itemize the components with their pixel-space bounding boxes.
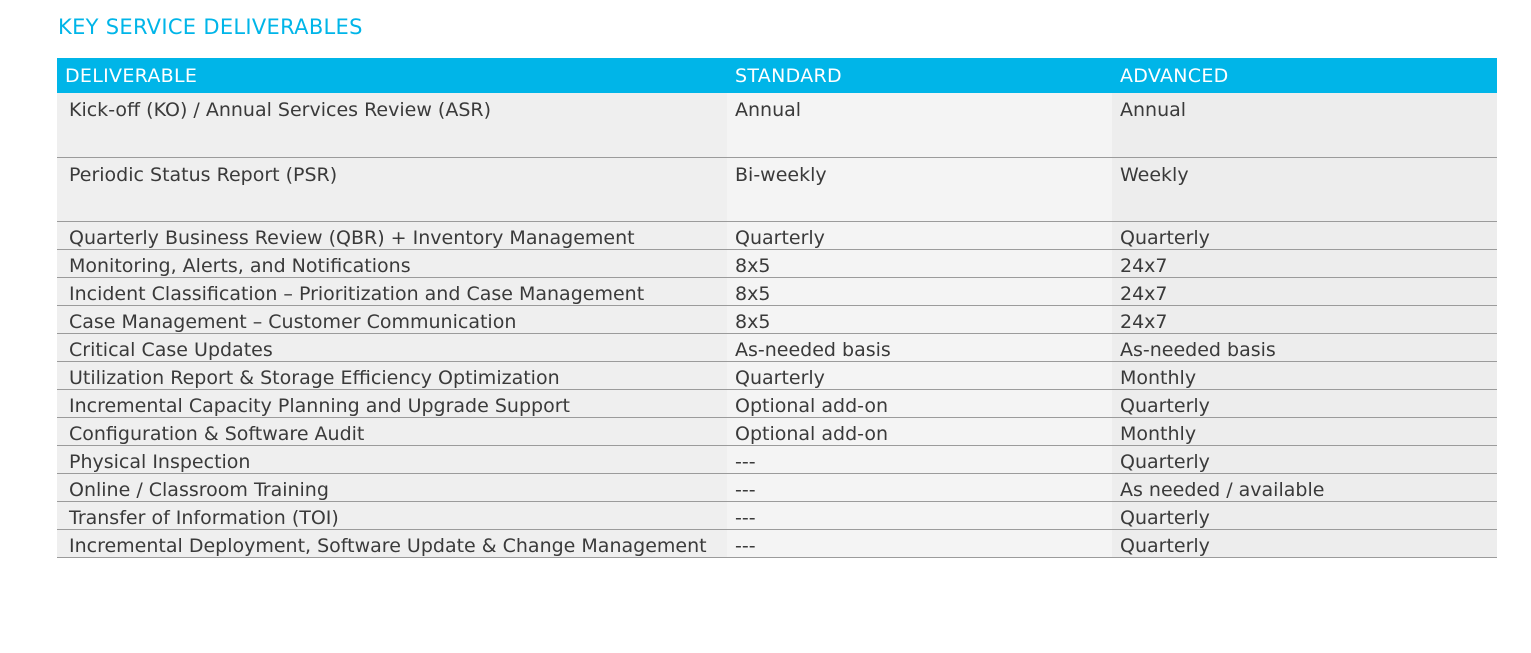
table-row: Online / Classroom Training --- As needed … xyxy=(57,473,1497,502)
cell-deliverable: Periodic Status Report (PSR) xyxy=(57,157,727,222)
cell-advanced: Quarterly xyxy=(1112,529,1497,558)
cell-deliverable: Utilization Report & Storage Efficiency … xyxy=(57,361,727,390)
cell-standard: Bi-weekly xyxy=(727,157,1112,222)
table-row: Utilization Report & Storage Efficiency … xyxy=(57,361,1497,390)
cell-standard: Quarterly xyxy=(727,361,1112,390)
table-row: Periodic Status Report (PSR) Bi-weekly Wee… xyxy=(57,157,1497,222)
cell-deliverable: Case Management – Customer Communication xyxy=(57,305,727,334)
cell-deliverable: Monitoring, Alerts, and Notifications xyxy=(57,249,727,278)
cell-standard: --- xyxy=(727,445,1112,474)
cell-advanced: 24x7 xyxy=(1112,305,1497,334)
table-row: Quarterly Business Review (QBR) + Invent… xyxy=(57,221,1497,250)
cell-advanced: Quarterly xyxy=(1112,389,1497,418)
cell-deliverable: Critical Case Updates xyxy=(57,333,727,362)
cell-standard: 8x5 xyxy=(727,249,1112,278)
table-row: Monitoring, Alerts, and Notifications 8x5… xyxy=(57,249,1497,278)
cell-advanced: Monthly xyxy=(1112,361,1497,390)
cell-standard: As-needed basis xyxy=(727,333,1112,362)
cell-deliverable: Quarterly Business Review (QBR) + Invent… xyxy=(57,221,727,250)
table-row: Transfer of Information (TOI) --- Quarterl… xyxy=(57,501,1497,530)
header-standard: STANDARD xyxy=(727,58,1112,93)
table-row: Physical Inspection --- Quarterly xyxy=(57,445,1497,474)
cell-advanced: 24x7 xyxy=(1112,249,1497,278)
cell-deliverable: Incremental Capacity Planning and Upgrad… xyxy=(57,389,727,418)
cell-standard: Optional add-on xyxy=(727,389,1112,418)
cell-standard: --- xyxy=(727,529,1112,558)
table-row: Critical Case Updates As-needed basis As-n… xyxy=(57,333,1497,362)
table-row: Incremental Deployment, Software Update … xyxy=(57,529,1497,558)
cell-deliverable: Online / Classroom Training xyxy=(57,473,727,502)
table-body: Kick-off (KO) / Annual Services Review (… xyxy=(57,93,1497,558)
table-row: Incremental Capacity Planning and Upgrad… xyxy=(57,389,1497,418)
cell-standard: --- xyxy=(727,473,1112,502)
cell-deliverable: Incident Classification – Prioritization… xyxy=(57,277,727,306)
table-row: Incident Classification – Prioritization… xyxy=(57,277,1497,306)
section-heading: KEY SERVICE DELIVERABLES xyxy=(58,15,363,39)
header-advanced: ADVANCED xyxy=(1112,58,1497,93)
cell-deliverable: Kick-off (KO) / Annual Services Review (… xyxy=(57,93,727,158)
cell-standard: Annual xyxy=(727,93,1112,158)
cell-standard: 8x5 xyxy=(727,305,1112,334)
cell-advanced: Quarterly xyxy=(1112,501,1497,530)
cell-advanced: 24x7 xyxy=(1112,277,1497,306)
cell-advanced: Weekly xyxy=(1112,157,1497,222)
cell-deliverable: Transfer of Information (TOI) xyxy=(57,501,727,530)
header-deliverable: DELIVERABLE xyxy=(57,58,727,93)
cell-advanced: Quarterly xyxy=(1112,445,1497,474)
cell-advanced: As-needed basis xyxy=(1112,333,1497,362)
cell-standard: --- xyxy=(727,501,1112,530)
cell-advanced: Annual xyxy=(1112,93,1497,158)
header-row: DELIVERABLE STANDARD ADVANCED xyxy=(57,58,1497,93)
cell-standard: Optional add-on xyxy=(727,417,1112,446)
table-row: Configuration & Software Audit Optional a… xyxy=(57,417,1497,446)
cell-advanced: Monthly xyxy=(1112,417,1497,446)
table-header: DELIVERABLE STANDARD ADVANCED xyxy=(57,58,1497,93)
cell-deliverable: Incremental Deployment, Software Update … xyxy=(57,529,727,558)
cell-standard: Quarterly xyxy=(727,221,1112,250)
cell-deliverable: Configuration & Software Audit xyxy=(57,417,727,446)
cell-standard: 8x5 xyxy=(727,277,1112,306)
table-row: Kick-off (KO) / Annual Services Review (… xyxy=(57,93,1497,158)
deliverables-table: DELIVERABLE STANDARD ADVANCED Kick-off (… xyxy=(57,58,1497,558)
cell-advanced: Quarterly xyxy=(1112,221,1497,250)
cell-advanced: As needed / available xyxy=(1112,473,1497,502)
cell-deliverable: Physical Inspection xyxy=(57,445,727,474)
table-row: Case Management – Customer Communication… xyxy=(57,305,1497,334)
